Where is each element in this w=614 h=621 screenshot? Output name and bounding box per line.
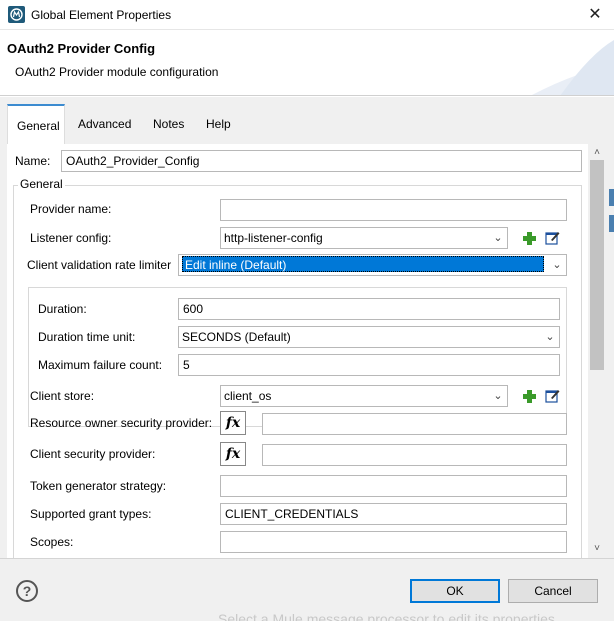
- grant-types-field[interactable]: CLIENT_CREDENTIALS: [220, 503, 567, 525]
- chevron-down-icon[interactable]: ⌄: [548, 255, 566, 275]
- header-decoration: [531, 40, 614, 95]
- fx-expression-button[interactable]: fx: [220, 442, 246, 466]
- duration-unit-select[interactable]: SECONDS (Default) ⌄: [178, 326, 560, 348]
- plus-icon[interactable]: [522, 389, 537, 404]
- cancel-button[interactable]: Cancel: [508, 579, 598, 603]
- tab-general[interactable]: General: [7, 104, 65, 144]
- general-group-title: General: [18, 177, 65, 191]
- help-icon[interactable]: ?: [16, 580, 38, 602]
- dialog-header: OAuth2 Provider Config OAuth2 Provider m…: [0, 30, 614, 96]
- tab-notes[interactable]: Notes: [144, 104, 193, 144]
- edit-icon[interactable]: [545, 230, 560, 245]
- listener-config-select[interactable]: http-listener-config ⌄: [220, 227, 508, 249]
- grant-types-label: Supported grant types:: [30, 507, 152, 521]
- edge-marker: [609, 215, 614, 232]
- plus-icon[interactable]: [522, 231, 537, 246]
- provider-name-label: Provider name:: [30, 202, 112, 216]
- mule-app-icon: [8, 6, 25, 23]
- close-icon[interactable]: ✕: [582, 4, 608, 26]
- window-titlebar: Global Element Properties ✕: [0, 0, 614, 30]
- token-generator-field[interactable]: [220, 475, 567, 497]
- scopes-field[interactable]: [220, 531, 567, 553]
- chevron-down-icon[interactable]: ⌄: [489, 228, 507, 248]
- scroll-down-icon[interactable]: ˅: [588, 542, 606, 556]
- name-label: Name:: [15, 154, 51, 168]
- edit-icon[interactable]: [545, 388, 560, 403]
- ok-button[interactable]: OK: [410, 579, 500, 603]
- client-security-field[interactable]: [262, 444, 567, 466]
- rate-limiter-select[interactable]: Edit inline (Default) ⌄: [178, 254, 567, 276]
- dialog-body: General Advanced Notes Help Name: OAuth2…: [0, 97, 614, 558]
- background-hint-text: Select a Mule message processor to edit …: [218, 611, 555, 621]
- scopes-label: Scopes:: [30, 535, 74, 549]
- listener-config-label: Listener config:: [30, 231, 112, 245]
- max-failure-field[interactable]: 5: [178, 354, 560, 376]
- provider-name-field[interactable]: [220, 199, 567, 221]
- duration-unit-value: SECONDS (Default): [182, 330, 291, 344]
- dialog-subtitle: OAuth2 Provider module configuration: [15, 65, 219, 79]
- max-failure-label: Maximum failure count:: [38, 358, 163, 372]
- tab-advanced[interactable]: Advanced: [69, 104, 140, 144]
- chevron-down-icon[interactable]: ⌄: [489, 386, 507, 406]
- resource-owner-field[interactable]: [262, 413, 567, 435]
- client-store-select[interactable]: client_os ⌄: [220, 385, 508, 407]
- general-panel: Name: OAuth2_Provider_Config General Pro…: [7, 144, 588, 558]
- token-generator-label: Token generator strategy:: [30, 479, 167, 493]
- scrollbar-thumb[interactable]: [590, 160, 604, 370]
- rate-limiter-value: Edit inline (Default): [182, 256, 544, 272]
- client-security-label: Client security provider:: [30, 447, 156, 461]
- dialog-title: OAuth2 Provider Config: [7, 41, 156, 56]
- client-store-value: client_os: [224, 389, 272, 403]
- client-store-label: Client store:: [30, 389, 95, 403]
- dialog-footer: ? OK Cancel Select a Mule message proces…: [0, 558, 614, 621]
- listener-config-value: http-listener-config: [224, 231, 323, 245]
- vertical-scrollbar[interactable]: ˄ ˅: [588, 144, 606, 558]
- tab-help[interactable]: Help: [197, 104, 240, 144]
- rate-limiter-label: Client validation rate limiter: [27, 258, 172, 272]
- chevron-down-icon[interactable]: ⌄: [541, 327, 559, 347]
- scroll-up-icon[interactable]: ˄: [588, 146, 606, 160]
- duration-label: Duration:: [38, 302, 87, 316]
- duration-field[interactable]: 600: [178, 298, 560, 320]
- name-field[interactable]: OAuth2_Provider_Config: [61, 150, 582, 172]
- fx-expression-button[interactable]: fx: [220, 411, 246, 435]
- resource-owner-label: Resource owner security provider:: [30, 416, 213, 430]
- window-title: Global Element Properties: [31, 8, 172, 22]
- duration-unit-label: Duration time unit:: [38, 330, 136, 344]
- edge-marker: [609, 189, 614, 206]
